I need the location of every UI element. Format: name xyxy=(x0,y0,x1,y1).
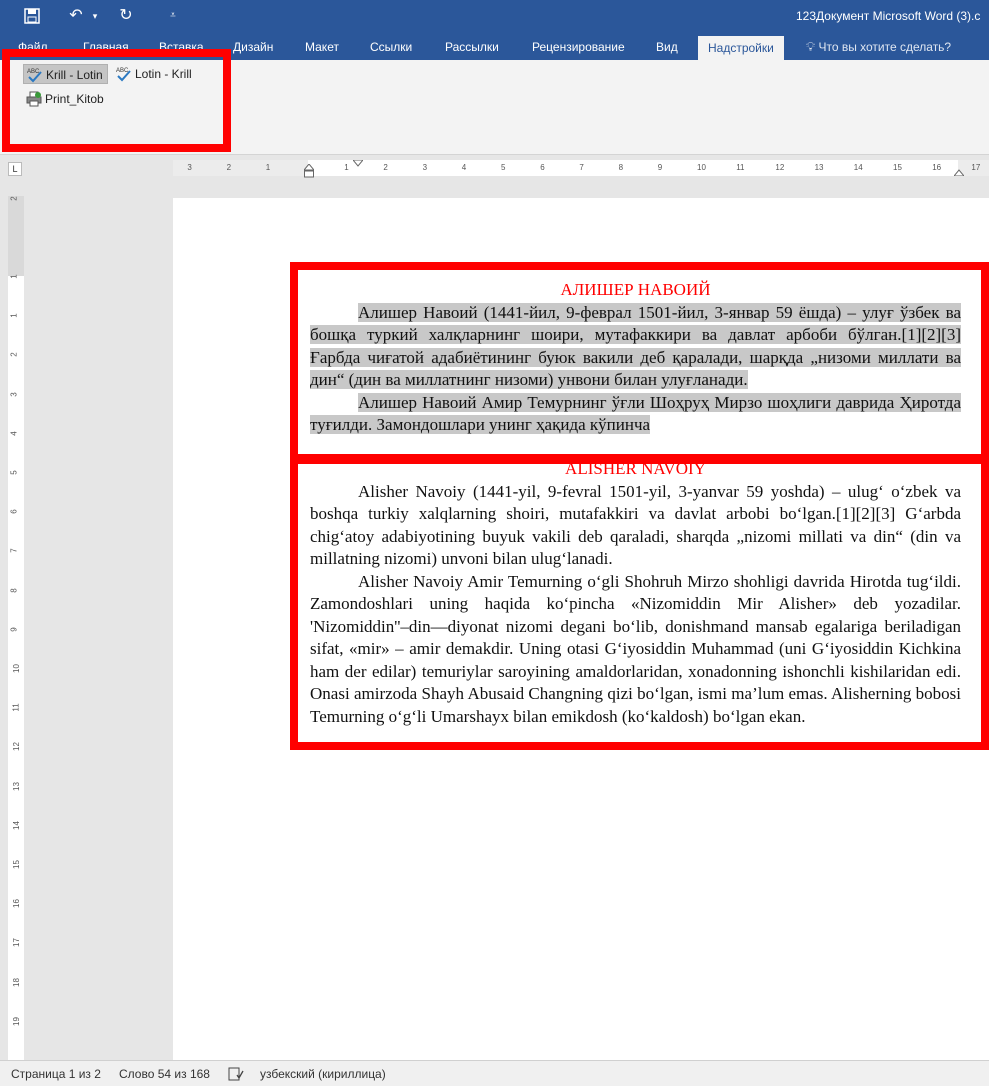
ruler-tick-label: 14 xyxy=(11,820,21,830)
latin-highlight-frame xyxy=(290,456,989,750)
ruler-tick-label: 1 xyxy=(344,163,349,172)
ruler-tick-label: 10 xyxy=(11,664,21,673)
cyrillic-highlight-frame xyxy=(290,262,989,462)
ruler-tick-label: 4 xyxy=(9,431,19,436)
ruler-tick-label: 4 xyxy=(461,163,467,172)
ruler-tick-label: 3 xyxy=(187,163,192,172)
ruler-tick-label: 3 xyxy=(422,163,428,172)
ruler-tick-label: 8 xyxy=(9,587,19,593)
ruler-tick-label: 10 xyxy=(697,163,706,172)
ruler-tick-label: 2 xyxy=(226,163,232,172)
ruler-tick-label: 2 xyxy=(9,352,19,358)
language-indicator[interactable]: узбекский (кириллица) xyxy=(260,1067,386,1081)
ribbon-highlight-frame xyxy=(2,49,231,152)
ruler-tick-label: 15 xyxy=(11,860,21,869)
page-count[interactable]: Страница 1 из 2 xyxy=(11,1067,101,1081)
ruler-tick-label: 15 xyxy=(893,163,902,172)
ruler-tick-label: 6 xyxy=(540,163,545,172)
ruler-tick-label: 14 xyxy=(853,163,863,172)
save-icon[interactable] xyxy=(22,5,42,27)
ruler-tick-label: 8 xyxy=(618,163,624,172)
tab-references[interactable]: Ссылки xyxy=(370,34,412,60)
ruler-tick-label: 13 xyxy=(11,781,21,791)
undo-dropdown-icon[interactable]: ▾ xyxy=(90,5,100,27)
ruler-tick-label: 12 xyxy=(775,163,785,172)
ruler-tick-label: 1 xyxy=(265,163,271,172)
lightbulb-icon: 💡︎ xyxy=(806,39,816,54)
ruler-tick-label: 2 xyxy=(383,163,388,172)
undo-icon[interactable]: ↶ xyxy=(66,5,86,27)
tab-addins[interactable]: Надстройки xyxy=(698,36,784,60)
ruler-tick-label: 11 xyxy=(11,703,21,712)
right-indent-marker[interactable] xyxy=(954,168,964,176)
tab-review[interactable]: Рецензирование xyxy=(532,34,625,60)
ruler-tick-label: 17 xyxy=(971,163,981,172)
ruler-margin-area xyxy=(8,196,24,276)
tab-design[interactable]: Дизайн xyxy=(233,34,273,60)
vertical-ruler[interactable]: 2 1 1 2 3 4 5 6 7 8 9 10 11 12 13 14 15 16 17 18 19 xyxy=(8,196,24,1060)
ruler-tick-label: 16 xyxy=(11,899,21,909)
ruler-tick-label: 1 xyxy=(9,313,19,318)
ruler-tick-label: 16 xyxy=(932,163,942,172)
tab-mailings[interactable]: Рассылки xyxy=(445,34,499,60)
redo-icon[interactable]: ↻ xyxy=(116,5,136,27)
ruler-tick-label: 5 xyxy=(9,470,19,475)
ruler-tick-label: 19 xyxy=(11,1016,21,1026)
customize-qat-icon[interactable]: ⩡ xyxy=(166,5,180,27)
ruler-tick-label: 11 xyxy=(736,163,745,172)
ruler-tick-label: 6 xyxy=(9,509,19,514)
left-indent-marker[interactable] xyxy=(304,164,314,178)
tab-layout[interactable]: Макет xyxy=(305,34,339,60)
ruler-tick-label: 9 xyxy=(657,163,663,172)
tell-me-label: Что вы хотите сделать? xyxy=(818,40,952,54)
ruler-tick-label: 17 xyxy=(11,938,21,948)
ruler-tick-label: 3 xyxy=(9,391,19,397)
ruler-tick-label: 7 xyxy=(9,548,19,554)
ruler-tick-label: 13 xyxy=(814,163,824,172)
first-line-indent-marker[interactable] xyxy=(353,160,363,168)
title-bar: ↶ ▾ ↻ ⩡ 123Документ Microsoft Word (3).c xyxy=(0,0,989,34)
tell-me-search[interactable]: 💡︎ Что вы хотите сделать? xyxy=(806,34,951,60)
status-bar: Страница 1 из 2 Слово 54 из 168 узбекски… xyxy=(0,1060,989,1086)
horizontal-ruler[interactable]: 3 2 1 1 2 3 4 5 6 7 8 9 10 11 12 13 14 15 16 17 xyxy=(173,160,989,178)
ruler-tick-label: 2 xyxy=(9,195,19,201)
tab-selector[interactable]: L xyxy=(8,162,22,176)
document-title: 123Документ Microsoft Word (3).c xyxy=(796,9,981,23)
ruler-tick-label: 5 xyxy=(501,163,506,172)
tab-view[interactable]: Вид xyxy=(656,34,678,60)
ruler-tick-label: 18 xyxy=(11,977,21,987)
ruler-tick-label: 9 xyxy=(9,627,19,632)
ruler-tick-label: 7 xyxy=(579,163,584,172)
ruler-tick-label: 1 xyxy=(9,274,19,279)
word-count[interactable]: Слово 54 из 168 xyxy=(119,1067,210,1081)
ruler-tick-label: 12 xyxy=(11,742,21,752)
proofing-icon[interactable] xyxy=(228,1067,244,1084)
